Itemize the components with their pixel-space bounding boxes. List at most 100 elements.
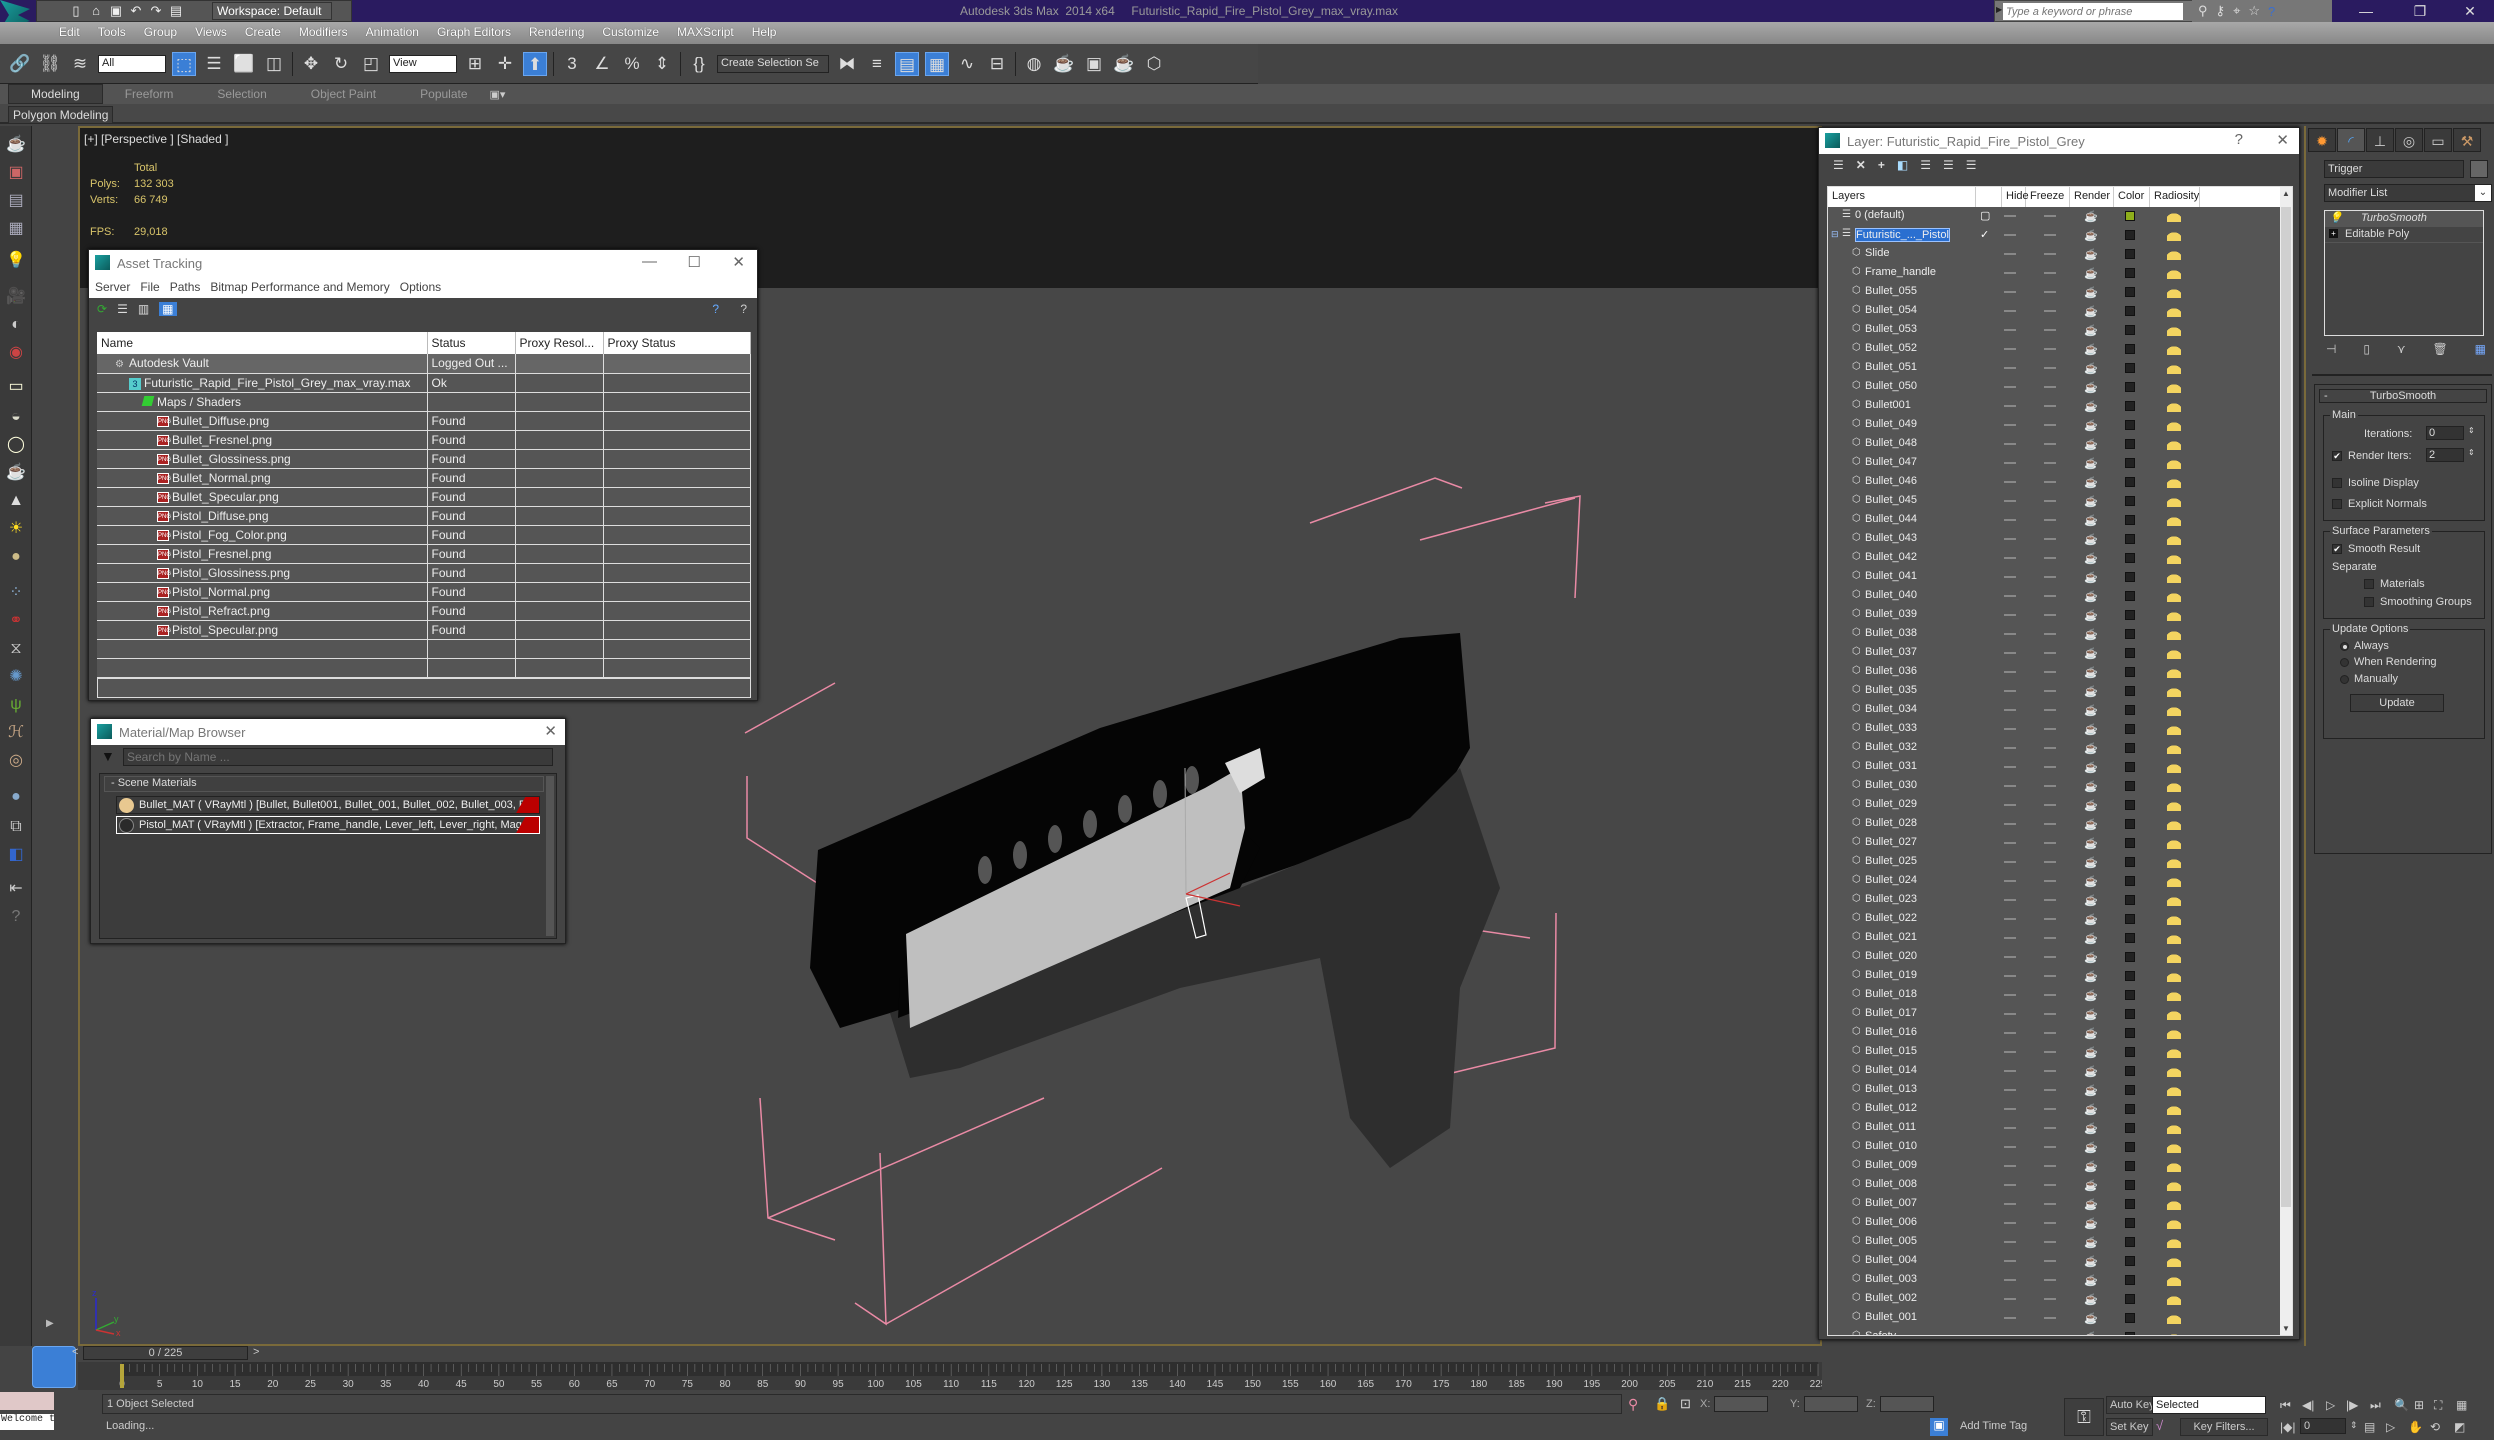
freeze-toggle[interactable]: [2044, 291, 2056, 293]
scroll-up-icon[interactable]: ▲: [2282, 189, 2290, 198]
layer-name[interactable]: Bullet_018: [1865, 988, 1917, 1000]
go-to-end-icon[interactable]: ⏭: [2370, 1398, 2381, 1413]
freeze-all-layers-icon[interactable]: ☰: [1966, 158, 1977, 172]
layer-color-swatch[interactable]: [2125, 1047, 2135, 1057]
tab-selection[interactable]: Selection: [195, 85, 288, 103]
hide-toggle[interactable]: [2004, 595, 2016, 597]
layer-color-swatch[interactable]: [2125, 610, 2135, 620]
ambient-light-icon[interactable]: ●: [5, 546, 27, 568]
radiosity-sun-icon[interactable]: [2167, 873, 2181, 887]
polygon-modeling-panel[interactable]: Polygon Modeling: [8, 106, 114, 124]
keyboard-shortcut-override-icon[interactable]: ⬆: [523, 51, 547, 76]
expand-arrow-icon[interactable]: ▶: [1996, 5, 2002, 14]
grass-icon[interactable]: ψ: [5, 694, 27, 716]
object-row[interactable]: ⬡ Bullet_034 ☕: [1828, 701, 2208, 720]
col-render[interactable]: Render: [2070, 187, 2114, 207]
col-hide[interactable]: Hide: [2002, 187, 2029, 207]
spinner-snap-icon[interactable]: ⇕: [650, 52, 674, 76]
layer-color-swatch[interactable]: [2125, 876, 2135, 886]
layer-name[interactable]: Bullet_031: [1865, 760, 1917, 772]
update-manually-radio[interactable]: [2340, 675, 2349, 684]
update-always-radio[interactable]: [2340, 642, 2349, 651]
layer-color-swatch[interactable]: [2125, 515, 2135, 525]
freeze-toggle[interactable]: [2044, 671, 2056, 673]
hide-toggle[interactable]: [2004, 1089, 2016, 1091]
pivot-center-icon[interactable]: ⊞: [463, 52, 487, 76]
layer-color-swatch[interactable]: [2125, 363, 2135, 373]
radiosity-sun-icon[interactable]: [2167, 417, 2181, 431]
radiosity-sun-icon[interactable]: [2167, 835, 2181, 849]
iterations-spinner[interactable]: 0: [2426, 426, 2464, 440]
key-filters-button[interactable]: Key Filters...: [2180, 1418, 2268, 1436]
object-row[interactable]: ⬡ Bullet_031 ☕: [1828, 758, 2208, 777]
freeze-toggle[interactable]: [2044, 405, 2056, 407]
restore-button[interactable]: ❐: [2400, 0, 2440, 22]
layer-name[interactable]: Bullet_012: [1865, 1102, 1917, 1114]
freeze-toggle[interactable]: [2044, 823, 2056, 825]
hide-toggle[interactable]: [2004, 1317, 2016, 1319]
render-teapot-icon[interactable]: ☕: [2084, 1027, 2098, 1040]
freeze-toggle[interactable]: [2044, 595, 2056, 597]
freeze-toggle[interactable]: [2044, 1070, 2056, 1072]
layer-name[interactable]: Safety: [1865, 1330, 1896, 1335]
freeze-toggle[interactable]: [2044, 709, 2056, 711]
layer-name[interactable]: Bullet_032: [1865, 741, 1917, 753]
render-teapot-icon[interactable]: ☕: [2084, 1141, 2098, 1154]
freeze-toggle[interactable]: [2044, 1013, 2056, 1015]
radiosity-sun-icon[interactable]: [2167, 1025, 2181, 1039]
scatter-icon[interactable]: ⁘: [5, 582, 27, 604]
layer-color-swatch[interactable]: [2125, 857, 2135, 867]
radiosity-sun-icon[interactable]: [2167, 854, 2181, 868]
radiosity-sun-icon[interactable]: [2167, 436, 2181, 450]
render-teapot-icon[interactable]: ☕: [2084, 913, 2098, 926]
radiosity-sun-icon[interactable]: [2167, 531, 2181, 545]
freeze-toggle[interactable]: [2044, 747, 2056, 749]
object-row[interactable]: ⬡ Bullet_050 ☕: [1828, 378, 2208, 397]
next-frame-button[interactable]: >: [253, 1346, 259, 1358]
hide-toggle[interactable]: [2004, 500, 2016, 502]
hide-toggle[interactable]: [2004, 747, 2016, 749]
layer-name[interactable]: Bullet_016: [1865, 1026, 1917, 1038]
teapot-icon[interactable]: ☕: [5, 134, 27, 156]
hide-toggle[interactable]: [2004, 1203, 2016, 1205]
freeze-toggle[interactable]: [2044, 975, 2056, 977]
layer-name[interactable]: Slide: [1865, 247, 1889, 259]
layer-name[interactable]: Bullet_027: [1865, 836, 1917, 848]
add-to-layer-icon[interactable]: +: [1878, 158, 1885, 172]
render-teapot-icon[interactable]: ☕: [2084, 1255, 2098, 1268]
layer-name[interactable]: Bullet_013: [1865, 1083, 1917, 1095]
render-teapot-icon[interactable]: ☕: [2084, 476, 2098, 489]
layer-color-swatch[interactable]: [2125, 344, 2135, 354]
render-teapot-icon[interactable]: ☕: [2084, 571, 2098, 584]
radiosity-sun-icon[interactable]: [2167, 702, 2181, 716]
material-list-scrollbar[interactable]: [546, 776, 554, 936]
object-row[interactable]: ⬡ Bullet_044 ☕: [1828, 511, 2208, 530]
layer-manager-titlebar[interactable]: Layer: Futuristic_Rapid_Fire_Pistol_Grey…: [1819, 128, 2299, 154]
stack-item-turbosmooth[interactable]: 💡 TurboSmooth: [2325, 211, 2483, 227]
sphere-icon[interactable]: ●: [5, 786, 27, 808]
object-row[interactable]: ⬡ Bullet_041 ☕: [1828, 568, 2208, 587]
layer-name[interactable]: Bullet_043: [1865, 532, 1917, 544]
layer-color-swatch[interactable]: [2125, 287, 2135, 297]
render-production-icon[interactable]: ☕: [1112, 52, 1136, 76]
object-row[interactable]: ⬡ Bullet_049 ☕: [1828, 416, 2208, 435]
current-frame-marker[interactable]: [120, 1364, 124, 1388]
freeze-toggle[interactable]: [2044, 1108, 2056, 1110]
render-teapot-icon[interactable]: ☕: [2084, 970, 2098, 983]
hide-all-layers-icon[interactable]: ☰: [1943, 158, 1954, 172]
asset-row[interactable]: PNGPistol_Fresnel.png Found: [97, 544, 751, 564]
pan-view-icon[interactable]: ✋: [2408, 1420, 2423, 1434]
layer-name[interactable]: Bullet_008: [1865, 1178, 1917, 1190]
object-name-field[interactable]: Trigger: [2324, 160, 2464, 178]
set-key-button[interactable]: Set Key: [2106, 1418, 2153, 1436]
col-color[interactable]: Color: [2114, 187, 2150, 207]
layer-scroll-thumb[interactable]: [2281, 207, 2291, 1207]
save-icon[interactable]: ▣: [109, 4, 123, 18]
help-icon[interactable]: ?: [2268, 4, 2275, 19]
selection-filter-dropdown[interactable]: All: [98, 54, 166, 73]
make-current-box-icon[interactable]: ▢: [1980, 209, 1990, 222]
freeze-toggle[interactable]: [2044, 633, 2056, 635]
radiosity-sun-icon[interactable]: [2167, 1101, 2181, 1115]
close-button[interactable]: ✕: [732, 253, 745, 271]
layer-color-swatch[interactable]: [2125, 648, 2135, 658]
